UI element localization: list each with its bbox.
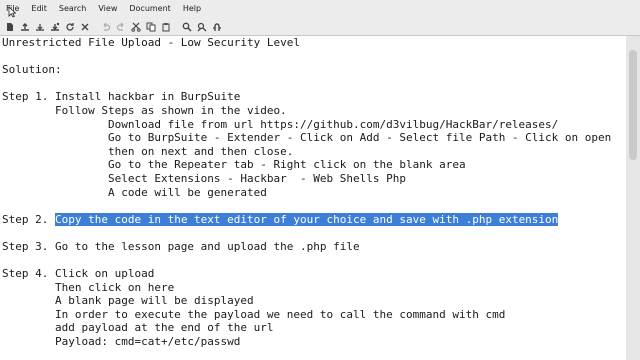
text-line — [2, 226, 611, 240]
paste-icon[interactable] — [160, 21, 171, 32]
text-line: then on next and then close. — [2, 144, 294, 158]
vertical-scrollbar[interactable] — [626, 36, 640, 360]
text-editor[interactable]: Unrestricted File Upload - Low Security … — [0, 36, 626, 360]
text-line: Unrestricted File Upload - Low Security … — [2, 36, 301, 49]
text-line: Go to BurpSuite - Extender - Click on Ad… — [2, 131, 612, 145]
menu-help[interactable]: Help — [177, 0, 207, 18]
new-file-icon[interactable] — [4, 21, 15, 32]
step-2-prefix: Step 2. — [2, 212, 55, 226]
save-icon[interactable] — [34, 21, 45, 32]
text-line: Solution: — [2, 63, 62, 77]
toolbar — [0, 18, 640, 36]
text-line: In order to execute the payload we need … — [2, 307, 506, 321]
text-line: Select Extensions - Hackbar - Web Shells… — [2, 171, 406, 185]
find-replace-icon[interactable] — [196, 21, 207, 32]
document-text: Unrestricted File Upload - Low Security … — [2, 36, 611, 349]
text-line: Payload: cmd=cat+/etc/passwd — [2, 335, 241, 349]
text-line: A code will be generated — [2, 185, 267, 199]
scrollbar-thumb[interactable] — [629, 50, 637, 160]
text-line: Step 1. Install hackbar in BurpSuite — [2, 90, 241, 104]
selected-text[interactable]: Copy the code in the text editor of your… — [54, 212, 559, 226]
text-line: Then click on here — [2, 280, 175, 294]
text-line-step-2: Step 2. Copy the code in the text editor… — [2, 212, 611, 227]
redo-icon[interactable] — [115, 21, 126, 32]
text-line — [2, 254, 611, 268]
text-line: Follow Steps as shown in the video. — [2, 103, 287, 117]
copy-icon[interactable] — [145, 21, 156, 32]
goto-line-icon[interactable] — [211, 21, 222, 32]
save-as-icon[interactable] — [49, 21, 60, 32]
menu-view[interactable]: View — [92, 0, 123, 18]
menu-search[interactable]: Search — [53, 0, 92, 18]
menu-document[interactable]: Document — [123, 0, 176, 18]
text-line: Step 4. Click on upload — [2, 267, 155, 281]
menu-edit[interactable]: Edit — [25, 0, 53, 18]
text-line: Step 3. Go to the lesson page and upload… — [2, 239, 360, 253]
text-line: Go to the Repeater tab - Right click on … — [2, 158, 466, 172]
find-icon[interactable] — [181, 21, 192, 32]
text-line: Download file from url https://github.co… — [2, 117, 559, 131]
cut-icon[interactable] — [130, 21, 141, 32]
reload-icon[interactable] — [64, 21, 75, 32]
text-line — [2, 77, 611, 91]
text-line: A blank page will be displayed — [2, 294, 254, 308]
open-file-icon[interactable] — [19, 21, 30, 32]
mouse-pointer-icon — [8, 6, 16, 18]
text-line — [2, 50, 611, 64]
menu-bar: File Edit Search View Document Help — [0, 0, 640, 18]
text-line — [2, 199, 611, 213]
text-line: add payload at the end of the url — [2, 321, 274, 335]
undo-icon[interactable] — [100, 21, 111, 32]
close-icon[interactable] — [79, 21, 90, 32]
